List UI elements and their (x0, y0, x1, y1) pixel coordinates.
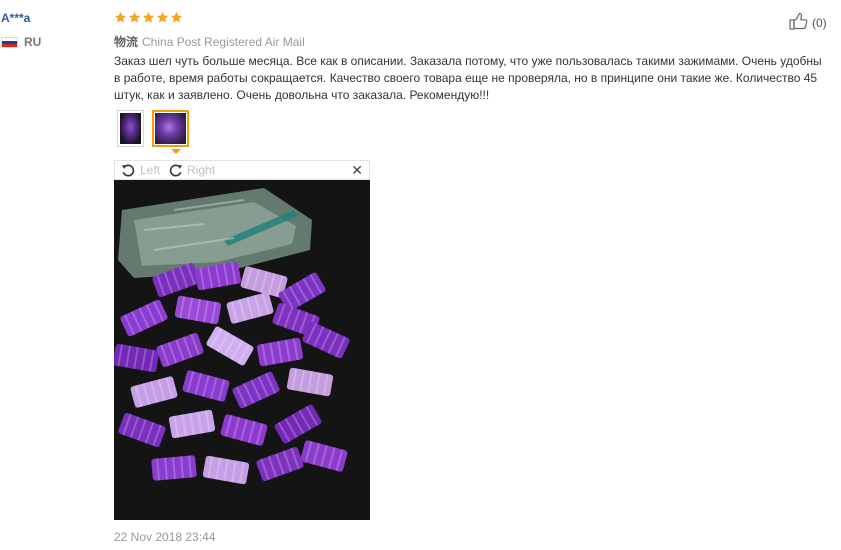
active-thumbnail-pointer (171, 149, 181, 154)
star-icon (170, 11, 183, 24)
rating-stars (114, 11, 183, 24)
rotate-left-icon (121, 163, 136, 178)
shipping-label: 物流 (114, 35, 139, 49)
photo-thumbnail-2[interactable] (152, 110, 189, 147)
photo-viewer: Left Right ✕ (114, 160, 370, 520)
viewer-toolbar: Left Right ✕ (114, 160, 370, 180)
rotate-left-button[interactable]: Left (121, 163, 160, 178)
helpful-button[interactable]: (0) (789, 12, 827, 33)
review-item: A***a RU (0) 物流 China Post Registered Air… (0, 0, 841, 550)
rotate-left-label: Left (140, 163, 161, 177)
helpful-count: (0) (812, 15, 827, 30)
shipping-info: 物流 China Post Registered Air Mail (114, 33, 305, 50)
photo-thumbnails (117, 110, 189, 147)
star-icon (142, 11, 155, 24)
buyer-country-code: RU (24, 35, 42, 49)
close-icon[interactable]: ✕ (351, 162, 363, 179)
buyer-country: RU (1, 35, 41, 49)
star-icon (128, 11, 141, 24)
review-photo (114, 180, 370, 520)
shipping-method: China Post Registered Air Mail (142, 35, 305, 49)
rotate-right-button[interactable]: Right (168, 163, 215, 178)
review-text: Заказ шел чуть больше месяца. Все как в … (114, 54, 822, 102)
buyer-name: A***a (1, 11, 31, 25)
russia-flag-icon (1, 36, 18, 48)
rotate-right-icon (168, 163, 183, 178)
star-icon (114, 11, 127, 24)
review-date: 22 Nov 2018 23:44 (114, 530, 216, 544)
rotate-right-label: Right (187, 163, 216, 177)
photo-thumbnail-1[interactable] (117, 110, 144, 147)
star-icon (156, 11, 169, 24)
thumbs-up-icon (789, 12, 809, 33)
